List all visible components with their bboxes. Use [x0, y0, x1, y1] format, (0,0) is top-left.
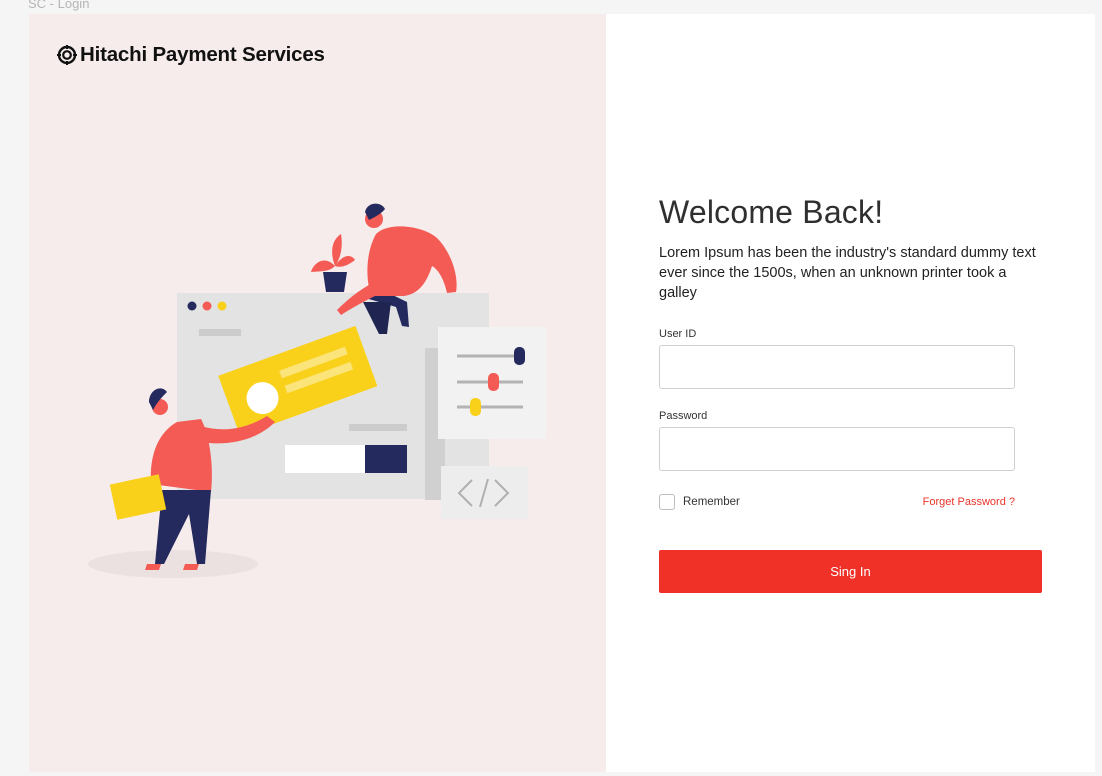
sign-in-button[interactable]: Sing In — [659, 550, 1042, 593]
welcome-description: Lorem Ipsum has been the industry's stan… — [659, 245, 1036, 301]
welcome-title: Welcome Back! — [659, 194, 884, 230]
forgot-password-link[interactable]: Forget Password ? — [923, 496, 1015, 508]
login-frame: Hitachi Payment Services Welcome Back! L… — [29, 14, 1095, 772]
user-id-input[interactable] — [659, 345, 1015, 389]
password-input[interactable] — [659, 427, 1015, 471]
login-form: Welcome Back! Lorem Ipsum has been the i… — [659, 194, 1045, 593]
user-id-label: User ID — [659, 328, 697, 340]
remember-label: Remember — [683, 496, 740, 508]
illustration-panel: Hitachi Payment Services — [29, 14, 606, 772]
login-options-row: Remember Forget Password ? — [659, 494, 1015, 512]
team-collaboration-illustration — [88, 203, 546, 578]
frame-label: SC - Login — [28, 0, 90, 11]
password-label: Password — [659, 410, 708, 422]
remember-checkbox[interactable] — [659, 494, 675, 510]
remember-toggle[interactable]: Remember — [659, 494, 740, 510]
